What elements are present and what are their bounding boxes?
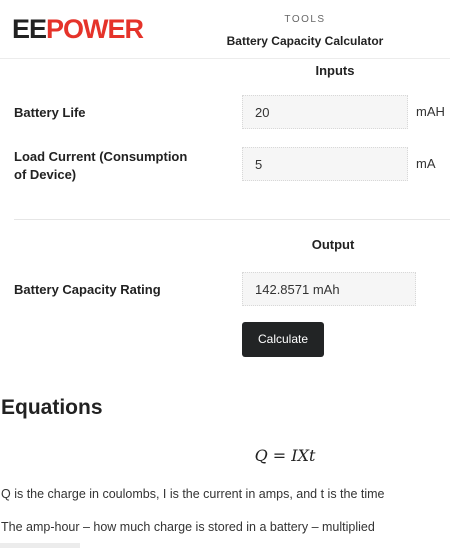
header-divider — [0, 58, 450, 59]
section-divider — [14, 219, 450, 220]
capacity-label: Battery Capacity Rating — [14, 282, 161, 297]
eepower-logo[interactable]: EEPOWER — [12, 14, 144, 44]
logo-power-text: POWER — [46, 14, 144, 44]
equations-heading: Equations — [1, 396, 103, 419]
output-heading: Output — [311, 237, 355, 252]
battery-life-label: Battery Life — [14, 105, 86, 120]
capacity-output-field[interactable] — [242, 272, 416, 306]
page-header: EEPOWER TOOLS Battery Capacity Calculato… — [0, 0, 450, 58]
load-current-label-line1: Load Current (Consumption — [14, 149, 188, 164]
load-current-unit: mA — [416, 156, 436, 171]
bottom-bar — [0, 543, 80, 548]
load-current-label: Load Current (Consumption of Device) — [14, 148, 187, 184]
inputs-heading: Inputs — [315, 63, 355, 78]
page-title: Battery Capacity Calculator — [226, 34, 384, 48]
battery-life-unit: mAH — [416, 104, 445, 119]
amp-hour-paragraph: The amp-hour – how much charge is stored… — [1, 520, 375, 534]
load-current-input[interactable] — [242, 147, 408, 181]
logo-ee-text: EE — [12, 14, 47, 44]
load-current-label-line2: of Device) — [14, 167, 77, 182]
charge-formula: Q = IXt — [254, 446, 316, 465]
calculate-button[interactable]: Calculate — [242, 322, 324, 357]
battery-life-input[interactable] — [242, 95, 408, 129]
equation-explanation: Q is the charge in coulombs, I is the cu… — [1, 487, 385, 501]
tools-section-label[interactable]: TOOLS — [220, 14, 390, 25]
